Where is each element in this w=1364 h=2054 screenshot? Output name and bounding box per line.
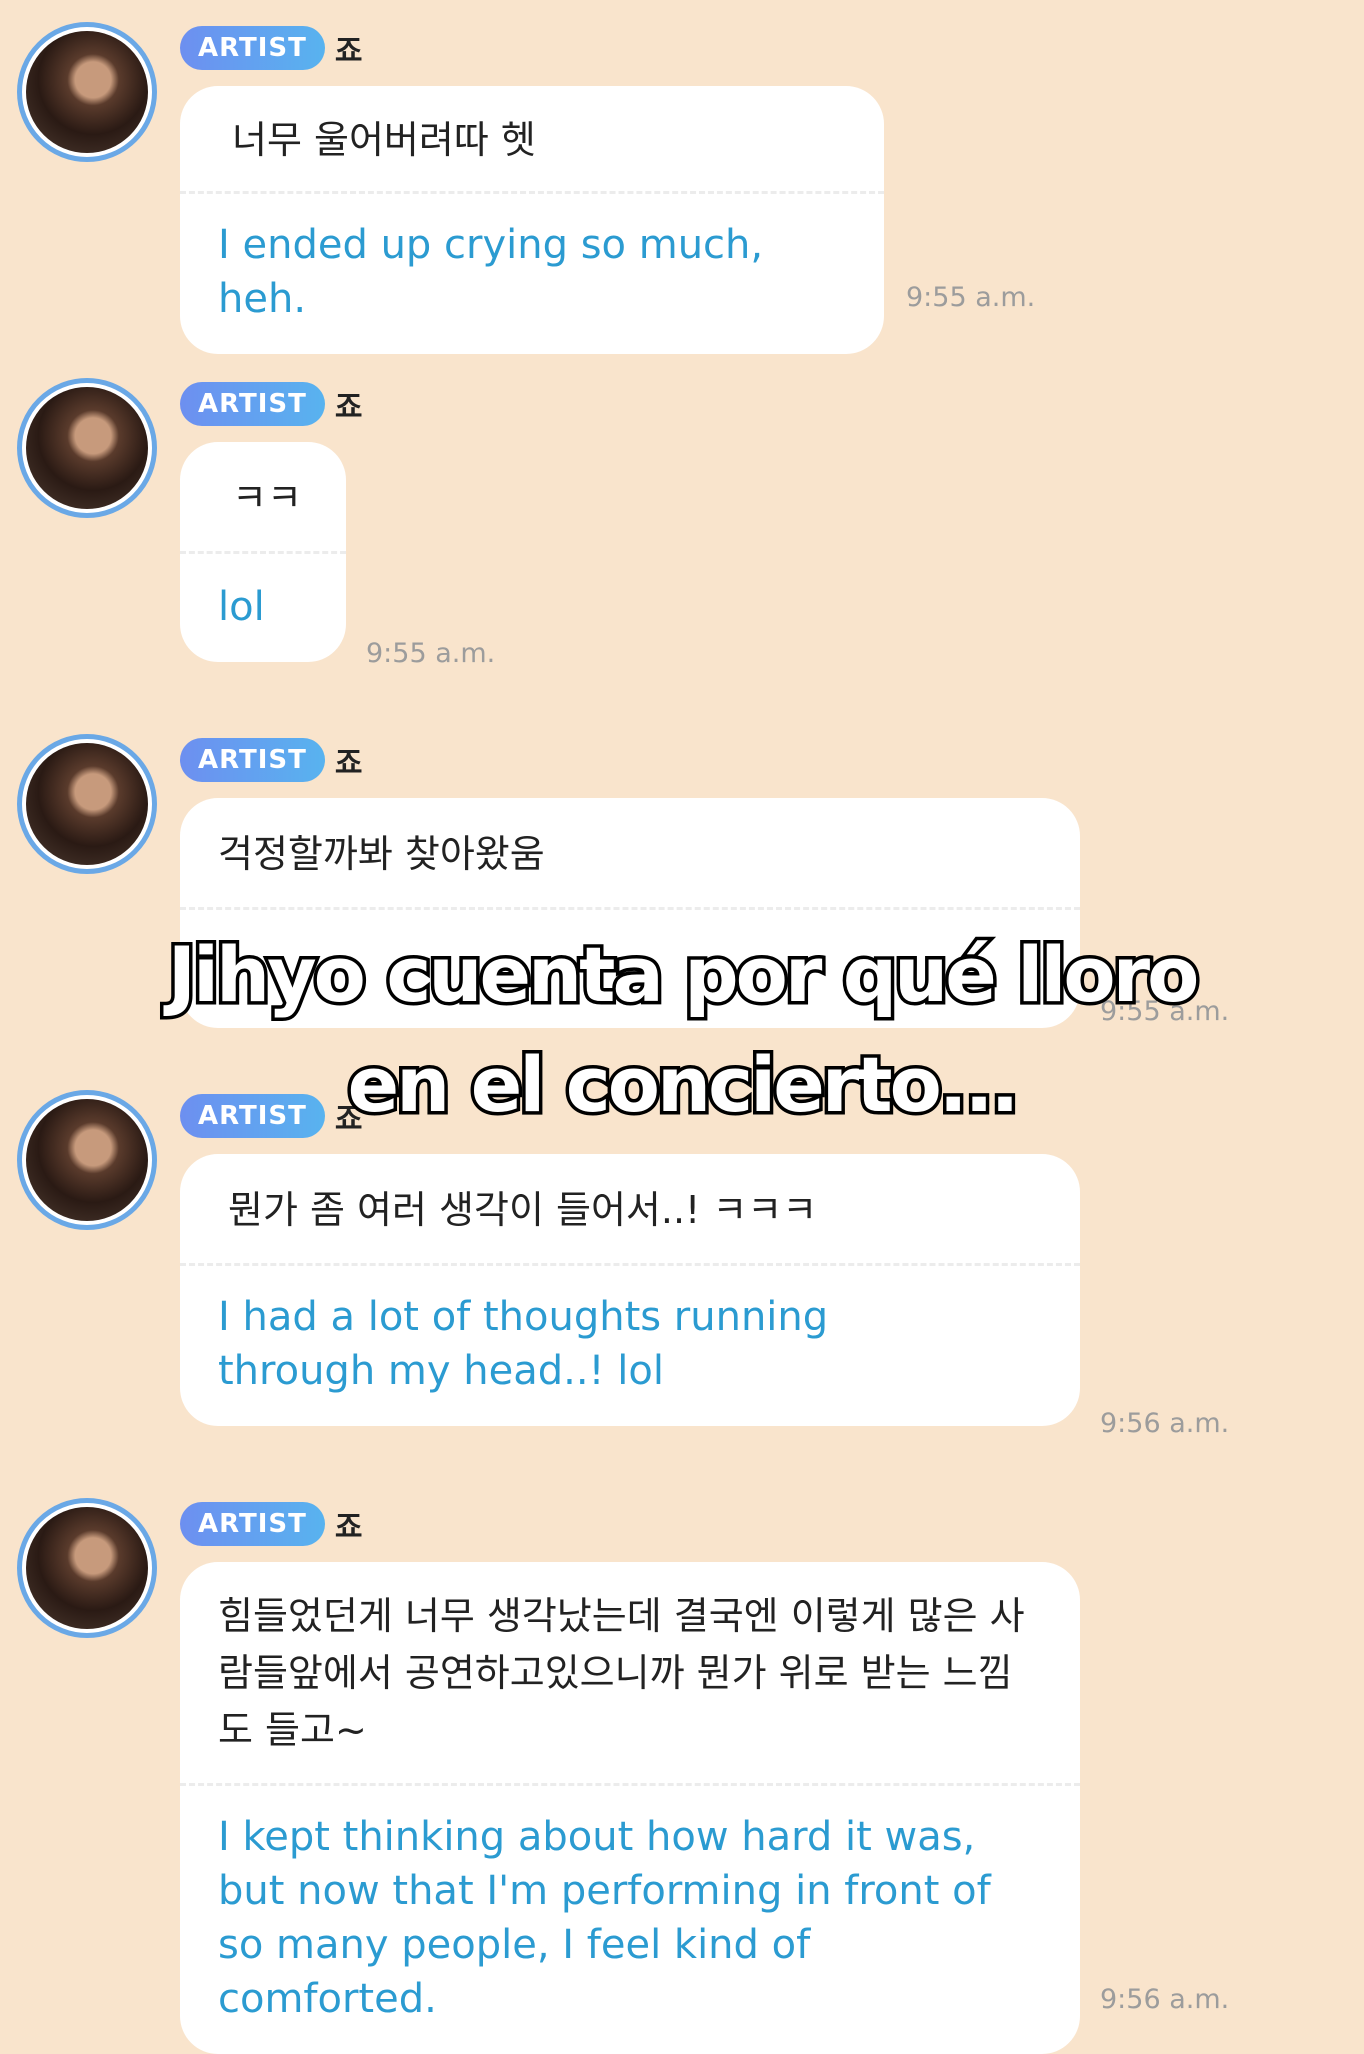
message-bubble[interactable]: 너무 울어버려따 헷 I ended up crying so much, he… (180, 86, 884, 354)
korean-text: 힘들었던게 너무 생각났는데 결국엔 이렇게 많은 사람들앞에서 공연하고있으니… (218, 1594, 1025, 1752)
artist-badge: ARTIST (180, 26, 325, 70)
caption-line-2: en el concierto... (344, 1037, 1023, 1133)
timestamp: 9:56 a.m. (1100, 1984, 1230, 2015)
profile-photo (26, 743, 148, 865)
overlay-caption: Jihyo cuenta por qué lloro en el concier… (0, 920, 1364, 1140)
sender-name: 죠 (334, 390, 363, 425)
avatar[interactable] (17, 1498, 157, 1638)
profile-photo (26, 31, 148, 153)
translation-text: lol (218, 584, 265, 630)
message-bubble[interactable]: 뭔가 좀 여러 생각이 들어서..! ㅋㅋㅋ I had a lot of th… (180, 1154, 1080, 1426)
translation-text: I kept thinking about how hard it was, b… (218, 1814, 991, 2022)
korean-text: 뭔가 좀 여러 생각이 들어서..! ㅋㅋㅋ (228, 1188, 818, 1232)
avatar[interactable] (17, 734, 157, 874)
artist-badge: ARTIST (180, 382, 325, 426)
sender-name: 죠 (334, 34, 363, 69)
korean-text: 너무 울어버려따 헷 (232, 118, 536, 162)
sender-name: 죠 (334, 1510, 363, 1545)
message-bubble[interactable]: ㅋㅋ lol (180, 442, 346, 662)
korean-text: ㅋㅋ (232, 476, 302, 520)
caption-line-1: Jihyo cuenta por qué lloro (164, 927, 1203, 1023)
avatar[interactable] (17, 378, 157, 518)
translation-text: I had a lot of thoughts running through … (218, 1294, 829, 1394)
timestamp: 9:55 a.m. (906, 282, 1036, 313)
artist-badge: ARTIST (180, 1502, 325, 1546)
sender-row: ARTIST 죠 (180, 382, 362, 426)
message-bubble[interactable]: 힘들었던게 너무 생각났는데 결국엔 이렇게 많은 사람들앞에서 공연하고있으니… (180, 1562, 1080, 2054)
artist-badge: ARTIST (180, 738, 325, 782)
sender-name: 죠 (334, 746, 363, 781)
sender-row: ARTIST 죠 (180, 738, 362, 782)
timestamp: 9:55 a.m. (366, 638, 496, 669)
timestamp: 9:56 a.m. (1100, 1408, 1230, 1439)
avatar[interactable] (17, 22, 157, 162)
sender-row: ARTIST 죠 (180, 1502, 362, 1546)
profile-photo (26, 1507, 148, 1629)
sender-row: ARTIST 죠 (180, 26, 362, 70)
translation-text: I ended up crying so much, heh. (218, 222, 764, 322)
korean-text: 걱정할까봐 찾아왔움 (218, 832, 545, 876)
profile-photo (26, 387, 148, 509)
